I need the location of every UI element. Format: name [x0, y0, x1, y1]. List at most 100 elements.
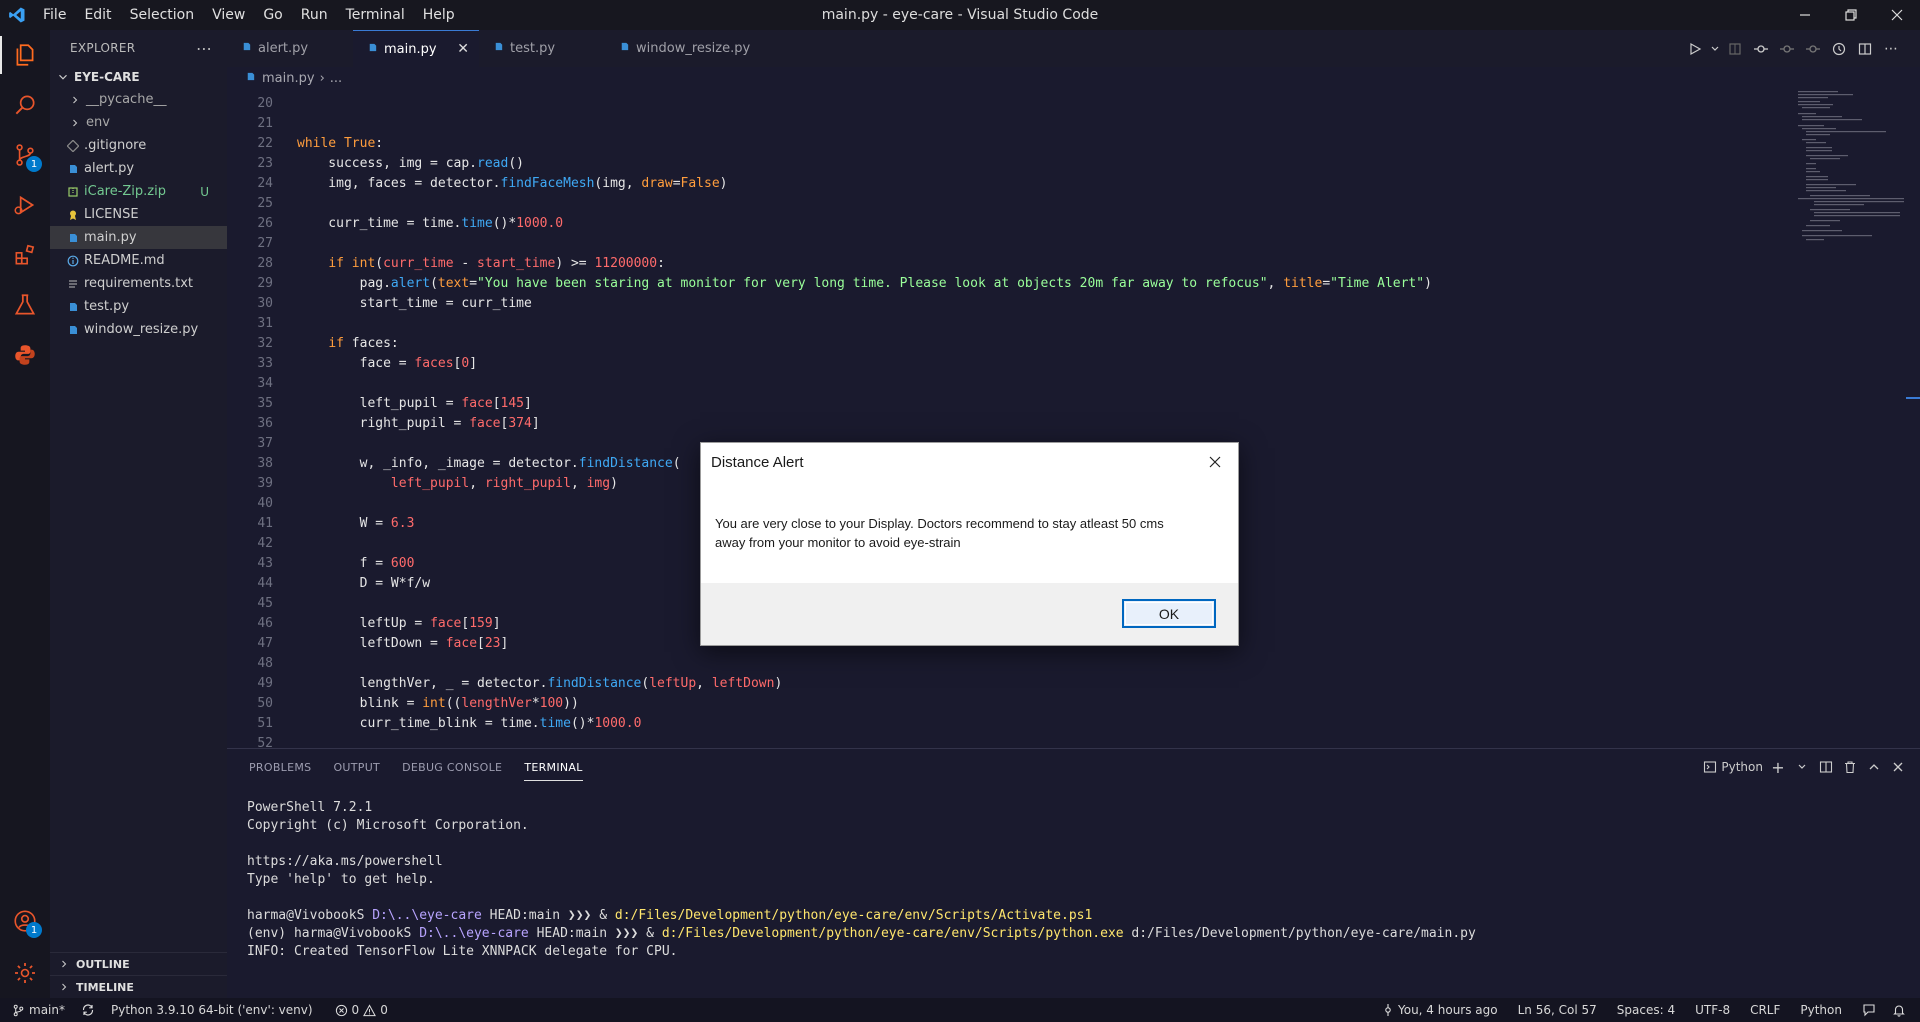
run-python-button[interactable] — [1682, 36, 1708, 62]
warning-count: 0 — [380, 1003, 388, 1017]
tab-problems[interactable]: PROBLEMS — [249, 749, 311, 785]
tab-output[interactable]: OUTPUT — [333, 749, 380, 785]
code-line: 34 — [227, 374, 1432, 394]
tree-item-label: .gitignore — [84, 138, 147, 153]
tab-terminal[interactable]: TERMINAL — [524, 749, 584, 785]
explorer-activity[interactable] — [0, 30, 50, 80]
accounts-activity[interactable]: 1 — [0, 896, 50, 946]
tree-item-alert-py[interactable]: alert.py — [50, 157, 227, 180]
git-compare-button[interactable] — [1800, 36, 1826, 62]
timeline-section[interactable]: TIMELINE — [50, 975, 227, 998]
manage-activity[interactable] — [0, 948, 50, 998]
problems-status[interactable]: 0 0 — [321, 998, 396, 1022]
testing-activity[interactable] — [0, 280, 50, 330]
code-line: 22 while True: — [227, 134, 1432, 154]
eol-status[interactable]: CRLF — [1738, 998, 1788, 1022]
prompt-git: HEAD:main — [528, 926, 615, 941]
breadcrumb-symbol[interactable]: ... — [330, 71, 342, 86]
menu-go[interactable]: Go — [254, 0, 291, 30]
language-mode-status[interactable]: Python — [1788, 998, 1850, 1022]
tree-item-icare-zip[interactable]: iCare-Zip.zip U — [50, 180, 227, 203]
kill-terminal-button[interactable] — [1838, 754, 1862, 780]
code-line: 30 start_time = curr_time — [227, 294, 1432, 314]
source-control-activity[interactable]: 1 — [0, 130, 50, 180]
line-number: 27 — [257, 236, 273, 251]
notifications-button[interactable] — [1884, 998, 1914, 1022]
close-icon — [1891, 9, 1903, 21]
close-panel-button[interactable] — [1886, 754, 1910, 780]
menu-edit[interactable]: Edit — [75, 0, 120, 30]
menu-selection[interactable]: Selection — [121, 0, 204, 30]
tree-item-pycache[interactable]: __pycache__ — [50, 88, 227, 111]
timeline-history-button[interactable] — [1826, 36, 1852, 62]
split-terminal-button[interactable] — [1814, 754, 1838, 780]
open-changes-button[interactable] — [1722, 36, 1748, 62]
more-actions-button[interactable]: ⋯ — [1878, 36, 1904, 62]
git-blame-status[interactable]: You, 4 hours ago — [1374, 998, 1506, 1022]
distance-alert-dialog: Distance Alert You are very close to you… — [700, 442, 1239, 646]
tab-alert-py[interactable]: alert.py — [227, 30, 353, 67]
tree-item-test-py[interactable]: test.py — [50, 295, 227, 318]
search-activity[interactable] — [0, 80, 50, 130]
terminal-shell-selector[interactable]: Python — [1700, 754, 1766, 780]
close-tab-icon[interactable]: ✕ — [457, 41, 469, 57]
tree-item-gitignore[interactable]: .gitignore — [50, 134, 227, 157]
terminal-output[interactable]: PowerShell 7.2.1 Copyright (c) Microsoft… — [247, 799, 1476, 961]
run-debug-activity[interactable] — [0, 180, 50, 230]
ok-button[interactable]: OK — [1122, 599, 1216, 628]
tree-item-window-resize-py[interactable]: window_resize.py — [50, 318, 227, 341]
new-terminal-button[interactable]: + — [1766, 754, 1790, 780]
terminal-dropdown-button[interactable] — [1790, 754, 1814, 780]
tab-window-resize-py[interactable]: window_resize.py — [605, 30, 765, 67]
dialog-close-button[interactable] — [1200, 449, 1230, 475]
vscode-logo-icon — [0, 0, 34, 30]
text-file-icon — [64, 278, 82, 290]
tree-item-readme[interactable]: README.md — [50, 249, 227, 272]
close-window-button[interactable] — [1874, 0, 1920, 30]
menu-run[interactable]: Run — [292, 0, 337, 30]
menu-terminal[interactable]: Terminal — [337, 0, 414, 30]
maximize-panel-button[interactable] — [1862, 754, 1886, 780]
terminal-prompt-line: harma@VivobookS D:\..\eye-care HEAD:main… — [247, 907, 1476, 925]
tab-test-py[interactable]: test.py — [479, 30, 605, 67]
tree-item-license[interactable]: LICENSE — [50, 203, 227, 226]
menu-help[interactable]: Help — [414, 0, 464, 30]
python-interpreter-status[interactable]: Python 3.9.10 64-bit ('env': venv) — [103, 998, 321, 1022]
more-actions-icon[interactable]: ⋯ — [196, 39, 213, 58]
tree-item-requirements[interactable]: requirements.txt — [50, 272, 227, 295]
run-dropdown-button[interactable] — [1708, 36, 1722, 62]
git-branch-status[interactable]: main* — [0, 998, 73, 1022]
compare-icon — [1729, 42, 1741, 55]
cursor-position-status[interactable]: Ln 56, Col 57 — [1506, 998, 1605, 1022]
tree-item-env[interactable]: env — [50, 111, 227, 134]
git-next-change-button[interactable] — [1774, 36, 1800, 62]
tree-item-main-py[interactable]: main.py — [50, 226, 227, 249]
tab-main-py[interactable]: main.py ✕ — [353, 30, 479, 67]
prompt-user: harma@VivobookS — [247, 908, 373, 923]
indentation-status[interactable]: Spaces: 4 — [1605, 998, 1683, 1022]
python-activity[interactable] — [0, 330, 50, 380]
menu-view[interactable]: View — [203, 0, 254, 30]
sync-status[interactable] — [73, 998, 103, 1022]
git-previous-change-button[interactable] — [1748, 36, 1774, 62]
code-editor[interactable]: 20 21 22 while True: 23 success, img = ca… — [227, 89, 1920, 748]
warning-icon — [363, 1003, 377, 1016]
tree-item-label: iCare-Zip.zip — [84, 184, 166, 199]
menu-file[interactable]: File — [34, 0, 75, 30]
tab-debug-console[interactable]: DEBUG CONSOLE — [402, 749, 502, 785]
panel-tabs: PROBLEMS OUTPUT DEBUG CONSOLE TERMINAL — [227, 749, 1920, 785]
feedback-button[interactable] — [1850, 998, 1884, 1022]
workspace-folder[interactable]: EYE-CARE — [50, 66, 227, 88]
line-number: 28 — [257, 256, 273, 271]
encoding-status[interactable]: UTF-8 — [1683, 998, 1738, 1022]
line-number: 47 — [257, 636, 273, 651]
split-editor-button[interactable] — [1852, 36, 1878, 62]
minimize-button[interactable] — [1782, 0, 1828, 30]
restore-button[interactable] — [1828, 0, 1874, 30]
outline-section[interactable]: OUTLINE — [50, 952, 227, 975]
extensions-activity[interactable] — [0, 230, 50, 280]
minimap[interactable] — [1794, 89, 1904, 289]
breadcrumb-file[interactable]: main.py — [262, 71, 315, 86]
